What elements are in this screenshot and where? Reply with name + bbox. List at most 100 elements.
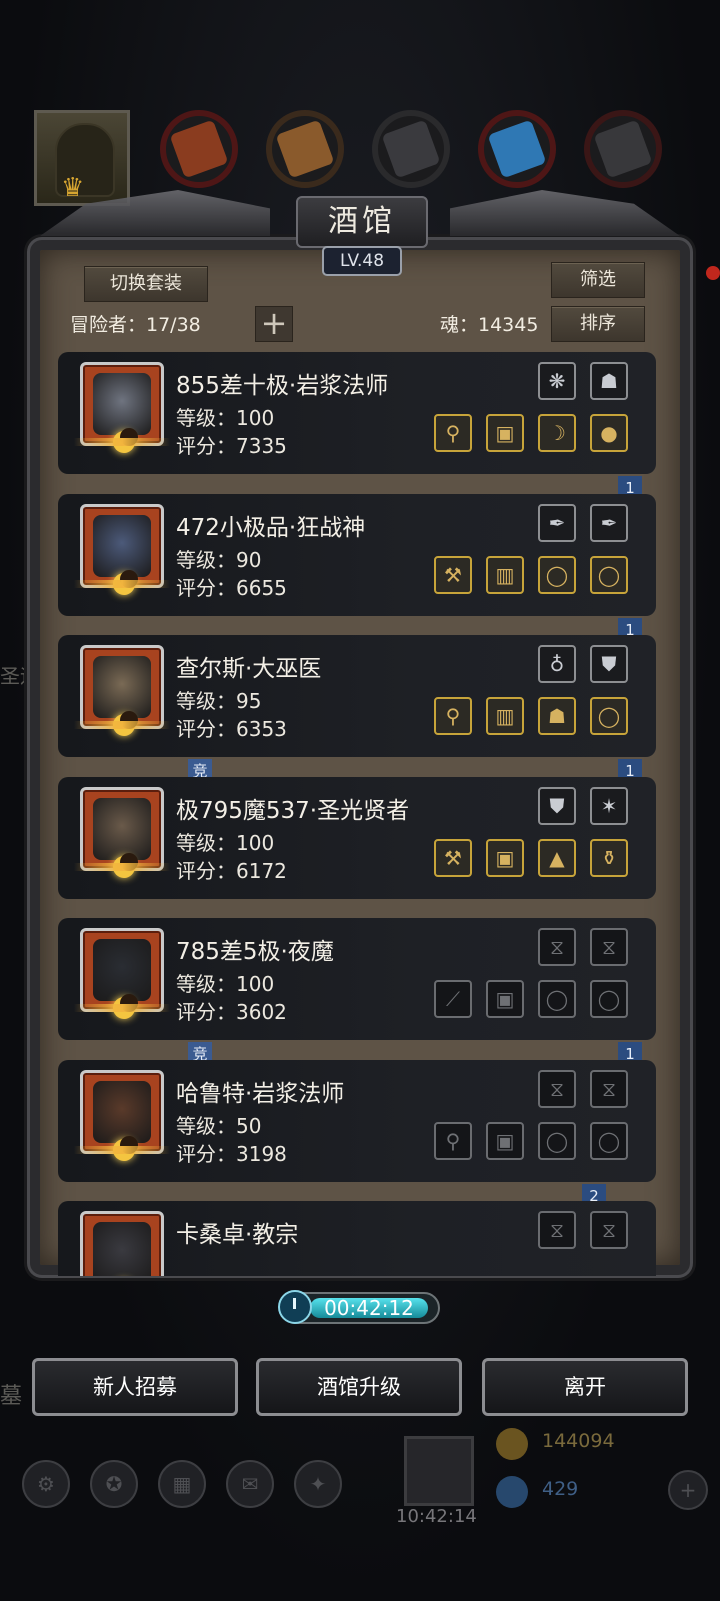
hero-face-image: [93, 939, 151, 1001]
tavern-upgrade-button[interactable]: 酒馆升级: [256, 1358, 462, 1416]
equipment-slot[interactable]: ▣: [486, 1121, 524, 1160]
accessory-slot[interactable]: ⛊: [590, 645, 628, 683]
recruit-button[interactable]: 新人招募: [32, 1358, 238, 1416]
portrait-glow: [74, 1145, 170, 1154]
equipment-slot[interactable]: ⚲: [434, 414, 472, 452]
refresh-timer: 00:42:12: [278, 1290, 440, 1324]
crystal-icon: [487, 119, 547, 179]
equipment-slot[interactable]: ▣: [486, 980, 524, 1018]
hero-card[interactable]: 查尔斯·大巫医 等级：95 评分：6353 ♁ ⛊ ⚲ ▥ ☗ ◯: [58, 635, 656, 757]
equipment-slot[interactable]: ☽: [538, 414, 576, 452]
cloak-icon: ▲: [549, 845, 565, 870]
accessory-slot[interactable]: ⛊: [538, 786, 576, 825]
gem-icon: [496, 1476, 528, 1508]
hero-portrait[interactable]: [80, 362, 164, 453]
stone-resource-tab[interactable]: [584, 110, 662, 188]
add-adventurer-slot-button[interactable]: +: [255, 306, 293, 342]
adventurer-count: 冒险者：17/38: [70, 314, 201, 336]
gold-icon: [496, 1428, 528, 1460]
hero-face-image: [93, 373, 151, 435]
amulet-icon: ♁: [549, 652, 565, 676]
staff-icon: ⚲: [445, 1128, 461, 1153]
hero-face-image: [93, 514, 151, 577]
hero-card[interactable]: 卡桑卓·教宗 ⧖ ⧖: [58, 1201, 656, 1276]
hero-level: 等级：100: [176, 406, 275, 430]
equipment-slot[interactable]: ⚲: [434, 697, 472, 735]
hero-portrait[interactable]: [80, 645, 164, 736]
equipment-slot[interactable]: ▣: [486, 414, 524, 452]
equipment-slot[interactable]: ▥: [486, 555, 524, 594]
shield-icon: ⛊: [601, 652, 617, 676]
iron-resource-tab[interactable]: [372, 110, 450, 188]
equipment-slot[interactable]: ▣: [486, 838, 524, 877]
accessory-slot[interactable]: ⧖: [538, 928, 576, 966]
accessory-slot[interactable]: ✒: [590, 503, 628, 542]
hero-portrait[interactable]: [80, 503, 164, 595]
leather-resource-tab[interactable]: [266, 110, 344, 188]
hero-card[interactable]: 472小极品·狂战神 等级：90 评分：6655 ✒ ✒ ⚒ ▥ ◯ ◯: [58, 493, 656, 616]
shield-icon: ⛊: [549, 793, 565, 818]
equipment-slot[interactable]: ◯: [538, 555, 576, 594]
feather-icon: ✒: [548, 510, 566, 535]
hero-card[interactable]: 785差5极·夜魔 等级：100 评分：3602 ⧖ ⧖ ⟋ ▣ ◯ ◯: [58, 918, 656, 1040]
cloak-resource-tab[interactable]: [160, 110, 238, 188]
switch-set-button[interactable]: 切换套装: [84, 266, 208, 302]
accessory-slot[interactable]: ✒: [538, 503, 576, 542]
equipment-slot[interactable]: ⚒: [434, 555, 472, 594]
filter-button[interactable]: 筛选: [551, 262, 645, 298]
hero-list[interactable]: 855差十极·岩浆法师 等级：100 评分：7335 ❋ ☗ ⚲ ▣ ☽ ● 1 472小极品·狂战…: [58, 352, 662, 1276]
portrait-glow: [74, 1004, 170, 1012]
hero-name: 785差5极·夜魔: [176, 939, 334, 965]
ring-icon: ◯: [597, 704, 621, 728]
iron-icon: [381, 119, 441, 179]
accessory-slot[interactable]: ✶: [590, 786, 628, 825]
crystal-resource-tab[interactable]: [478, 110, 556, 188]
hero-portrait[interactable]: [80, 1069, 164, 1161]
accessory-slot[interactable]: ⧖: [538, 1211, 576, 1249]
equipment-slot[interactable]: ◯: [590, 980, 628, 1018]
equipment-slot[interactable]: ⚲: [434, 1121, 472, 1160]
accessory-slot[interactable]: ⧖: [538, 1069, 576, 1108]
accessory-slot[interactable]: ☗: [590, 362, 628, 400]
hero-card[interactable]: 极795魔537·圣光贤者 等级：100 评分：6172 ⛊ ✶ ⚒ ▣ ▲ ⚱: [58, 776, 656, 899]
equipment-slot[interactable]: ◯: [590, 697, 628, 735]
equipment-slot[interactable]: ◯: [590, 555, 628, 594]
notification-dot: [706, 266, 720, 280]
hero-card[interactable]: 哈鲁特·岩浆法师 等级：50 评分：3198 ⧖ ⧖ ⚲ ▣ ◯ ◯: [58, 1059, 656, 1182]
equipment-slot[interactable]: ☗: [538, 697, 576, 735]
accessory-slot[interactable]: ❋: [538, 362, 576, 400]
equipment-slot[interactable]: ⟋: [434, 980, 472, 1018]
equipment-slot[interactable]: ▥: [486, 697, 524, 735]
equipment-slot[interactable]: ●: [590, 414, 628, 452]
accessory-slot[interactable]: ⧖: [590, 928, 628, 966]
ring-icon: ◯: [597, 562, 621, 587]
hero-card[interactable]: 855差十极·岩浆法师 等级：100 评分：7335 ❋ ☗ ⚲ ▣ ☽ ●: [58, 352, 656, 474]
hero-portrait[interactable]: [80, 928, 164, 1019]
armor-icon: ▣: [495, 421, 515, 445]
equipment-slot[interactable]: ◯: [538, 980, 576, 1018]
hero-name: 哈鲁特·岩浆法师: [176, 1080, 345, 1107]
leave-button[interactable]: 离开: [482, 1358, 688, 1416]
hourglass-icon: ⧖: [601, 935, 617, 959]
ring-icon: ◯: [597, 987, 621, 1011]
hero-portrait[interactable]: [80, 1211, 164, 1276]
portrait-glow: [74, 579, 170, 588]
gear-icon: ⚙: [22, 1460, 70, 1508]
accessory-slot[interactable]: ⧖: [590, 1069, 628, 1108]
accessory-slot[interactable]: ♁: [538, 645, 576, 683]
sort-button[interactable]: 排序: [551, 306, 645, 342]
hero-portrait[interactable]: [80, 786, 164, 878]
equipment-slot[interactable]: ⚒: [434, 838, 472, 877]
hero-tab-avatar[interactable]: ♛: [34, 110, 130, 206]
blade-icon: ⟋: [446, 987, 460, 1011]
equipment-slot[interactable]: ▲: [538, 838, 576, 877]
hero-name: 855差十极·岩浆法师: [176, 373, 389, 399]
ring-icon: ◯: [545, 562, 569, 587]
equipment-slot[interactable]: ◯: [538, 1121, 576, 1160]
hero-level: 等级：90: [176, 547, 262, 572]
equipment-slot[interactable]: ◯: [590, 1121, 628, 1160]
equipment-slot[interactable]: ⚱: [590, 838, 628, 877]
mail-icon: ✉: [226, 1460, 274, 1508]
ring-icon: ◯: [545, 987, 569, 1011]
accessory-slot[interactable]: ⧖: [590, 1211, 628, 1249]
